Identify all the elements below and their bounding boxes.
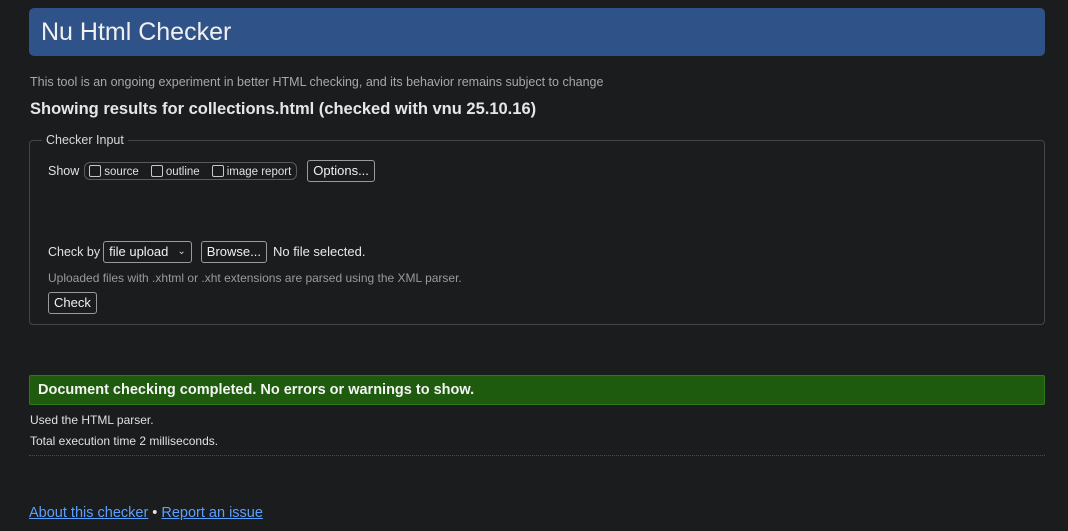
footer: About this checker • Report an issue [29, 505, 263, 521]
results-heading: Showing results for collections.html (ch… [30, 100, 537, 118]
check-by-select[interactable]: file upload ⌄ [103, 240, 192, 263]
check-by-label: Check by [48, 244, 101, 259]
browse-button[interactable]: Browse... [200, 240, 267, 263]
parser-info: Used the HTML parser. [30, 413, 154, 427]
options-button[interactable]: Options... [307, 160, 375, 182]
checker-input-legend: Checker Input [42, 133, 128, 147]
image-report-label: image report [226, 166, 292, 178]
success-message: Document checking completed. No errors o… [29, 375, 1045, 405]
check-by-value: file upload [109, 244, 169, 259]
show-checkbox-group: source outline image report [84, 162, 298, 180]
chevron-down-icon: ⌄ [177, 246, 186, 257]
check-button[interactable]: Check [48, 292, 97, 314]
show-image-report-option[interactable]: image report [211, 165, 292, 178]
divider [29, 455, 1045, 456]
outline-label: outline [165, 166, 200, 178]
file-status: No file selected. [272, 244, 366, 259]
check-by-row: Check by file upload ⌄ Browse... No file… [48, 240, 365, 263]
show-label: Show [48, 164, 80, 178]
outline-checkbox[interactable] [150, 165, 163, 177]
footer-separator: • [152, 505, 158, 521]
execution-time: Total execution time 2 milliseconds. [30, 434, 219, 448]
show-options-row: Show source outline image report Options… [48, 160, 375, 182]
show-source-option[interactable]: source [89, 165, 139, 178]
show-outline-option[interactable]: outline [150, 165, 200, 178]
report-issue-link[interactable]: Report an issue [161, 505, 263, 521]
checker-input-fieldset: Checker Input Show source outline image … [29, 133, 1045, 325]
about-link[interactable]: About this checker [29, 505, 148, 521]
source-checkbox[interactable] [89, 165, 102, 177]
page-title: Nu Html Checker [41, 18, 232, 46]
image-report-checkbox[interactable] [211, 165, 224, 177]
experiment-notice: This tool is an ongoing experiment in be… [30, 75, 604, 89]
xml-parser-note: Uploaded files with .xhtml or .xht exten… [48, 271, 462, 285]
source-label: source [104, 166, 139, 178]
page-header: Nu Html Checker [29, 8, 1045, 56]
